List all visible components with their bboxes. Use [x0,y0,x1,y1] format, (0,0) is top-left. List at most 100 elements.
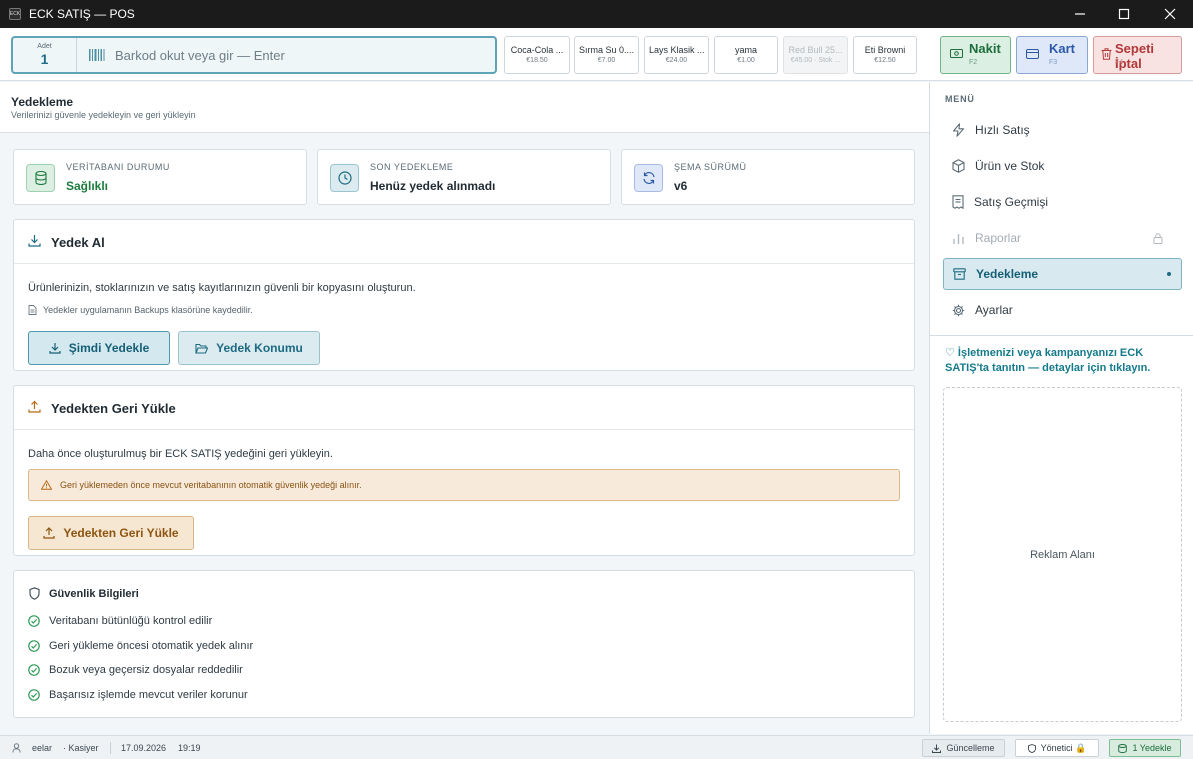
stat-card-last-backup: SON YEDEKLEME Henüz yedek alınmadı [317,149,611,205]
quick-product-button[interactable]: Sırma Su 0.... €7.00 [574,36,639,74]
download-icon [49,343,61,354]
cash-payment-button[interactable]: Nakit F2 [940,36,1011,74]
barcode-input[interactable] [115,47,475,63]
backup-location-button[interactable]: Yedek Konumu [178,331,320,365]
close-button[interactable] [1147,0,1193,28]
quick-product-name: Eti Browni [864,45,906,55]
ad-area[interactable]: Reklam Alanı [943,387,1182,722]
quick-backup-button[interactable]: 1 Yedekle [1109,739,1181,757]
quantity-field[interactable]: Adet 1 [13,38,77,72]
quick-product-button[interactable]: yama €1.00 [714,36,778,74]
quick-product-price: €45.00 · Stok ... [790,57,841,64]
backup-panel: Yedek Al Ürünlerinizin, stoklarınızın ve… [13,219,915,371]
security-item: Bozuk veya geçersiz dosyalar reddedilir [28,664,243,676]
quick-product-button[interactable]: Eti Browni €12.50 [853,36,917,74]
download-icon [932,744,942,753]
quick-product-price: €7.00 [597,57,616,64]
promo-link[interactable]: ♡ İşletmenizi veya kampanyanızı ECK SATI… [945,346,1177,376]
stat-value: v6 [674,179,688,193]
backup-now-button[interactable]: Şimdi Yedekle [28,331,170,365]
sidebar-divider [930,335,1193,336]
stat-label: VERİTABANI DURUMU [66,162,170,172]
stat-card-database-status: VERİTABANI DURUMU Sağlıklı [13,149,307,205]
quantity-value: 1 [40,51,49,67]
security-item: Veritabanı bütünlüğü kontrol edilir [28,615,212,627]
status-divider [110,742,111,754]
trash-icon [1101,48,1112,60]
restore-warning-text: Geri yüklemeden önce mevcut veritabanını… [60,480,362,490]
chart-icon [953,233,964,244]
status-time: 19:19 [178,743,201,753]
warning-icon [41,480,52,490]
security-item-text: Bozuk veya geçersiz dosyalar reddedilir [49,664,243,676]
update-button[interactable]: Güncelleme [922,739,1005,757]
box-icon [952,159,965,173]
status-user: eelar [32,743,53,753]
cancel-cart-button[interactable]: Sepeti İptal F4 [1093,36,1182,74]
quantity-label: Adet [37,43,52,50]
security-info-panel: Güvenlik Bilgileri Veritabanı bütünlüğü … [13,570,915,718]
sidebar-item-label: Yedekleme [976,267,1039,281]
card-label: Kart [1049,41,1076,56]
restore-from-backup-button[interactable]: Yedekten Geri Yükle [28,516,194,550]
quick-product-button[interactable]: Lays Klasik ... €24.00 [644,36,709,74]
sidebar-item-settings[interactable]: Ayarlar [943,294,1182,326]
archive-icon [953,268,966,280]
sidebar: MENÜ Hızlı Satış Ürün ve Stok Satış Geçm… [929,82,1193,734]
quick-product-price: €12.50 [874,57,896,64]
backup-now-label: Şimdi Yedekle [68,341,150,355]
check-circle-icon [28,615,40,627]
sidebar-item-label: Ürün ve Stok [975,159,1045,173]
backup-location-label: Yedek Konumu [216,341,303,355]
refresh-icon [634,164,663,192]
clock-icon [330,164,359,192]
stat-card-schema-version: ŞEMA SÜRÜMÜ v6 [621,149,915,205]
stat-label: SON YEDEKLEME [370,162,454,172]
minimize-button[interactable] [1057,0,1103,28]
backup-location-note: Yedekler uygulamanın Backups klasörüne k… [28,305,253,315]
lock-icon [1153,232,1163,244]
sidebar-item-reports[interactable]: Raporlar [943,222,1182,254]
backup-panel-title: Yedek Al [51,235,105,250]
card-payment-button[interactable]: Kart F3 [1016,36,1088,74]
cash-icon [950,49,963,58]
sidebar-item-label: Raporlar [975,231,1022,245]
security-item-text: Geri yükleme öncesi otomatik yedek alını… [49,640,254,652]
admin-button-label: Yönetici 🔒 [1040,742,1087,753]
quick-product-name: Lays Klasik ... [649,45,705,55]
sidebar-item-backup[interactable]: Yedekleme [943,258,1182,290]
app-logo-icon: ECK [9,8,21,20]
upload-icon [28,400,41,413]
receipt-icon [952,195,964,209]
title-bar: ECK ECK SATIŞ — POS [0,0,1193,28]
upload-icon [43,527,56,539]
check-circle-icon [28,689,40,701]
restore-panel-header: Yedekten Geri Yükle [14,386,914,430]
status-bar: eelar · Kasiyer 17.09.2026 19:19 Güncell… [0,735,1193,759]
sidebar-item-label: Ayarlar [975,303,1013,317]
database-icon [1118,743,1128,753]
folder-open-icon [195,343,209,354]
sidebar-item-products-stock[interactable]: Ürün ve Stok [943,150,1182,182]
quick-product-price: €18.50 [526,57,548,64]
page-subtitle: Verilerinizi güvenle yedekleyin ve geri … [11,110,196,120]
quick-product-price: €24.00 [665,57,688,64]
admin-button[interactable]: Yönetici 🔒 [1015,739,1099,757]
quick-product-button[interactable]: Red Bull 25... €45.00 · Stok ... [783,36,848,74]
sidebar-item-label: Hızlı Satış [975,123,1030,137]
active-indicator-dot [1167,272,1171,276]
quick-product-name: Sırma Su 0.... [579,45,635,55]
maximize-button[interactable] [1101,0,1147,28]
quick-product-button[interactable]: Coca-Cola ... €18.50 [504,36,570,74]
gear-icon [952,304,965,316]
quick-product-name: yama [734,45,757,55]
cancel-shortcut: F4 [1115,59,1124,66]
pos-top-bar: Adet 1 Coca-Cola ... €18.50 Sırma Su 0..… [0,28,1193,81]
menu-label: MENÜ [945,94,975,104]
sidebar-item-sales-history[interactable]: Satış Geçmişi [943,186,1182,218]
sidebar-item-quick-sale[interactable]: Hızlı Satış [943,114,1182,146]
security-title: Güvenlik Bilgileri [49,588,139,600]
quick-product-price: €1.00 [737,57,755,64]
restore-panel: Yedekten Geri Yükle Daha önce oluşturulm… [13,385,915,556]
credit-card-icon [1026,49,1039,59]
